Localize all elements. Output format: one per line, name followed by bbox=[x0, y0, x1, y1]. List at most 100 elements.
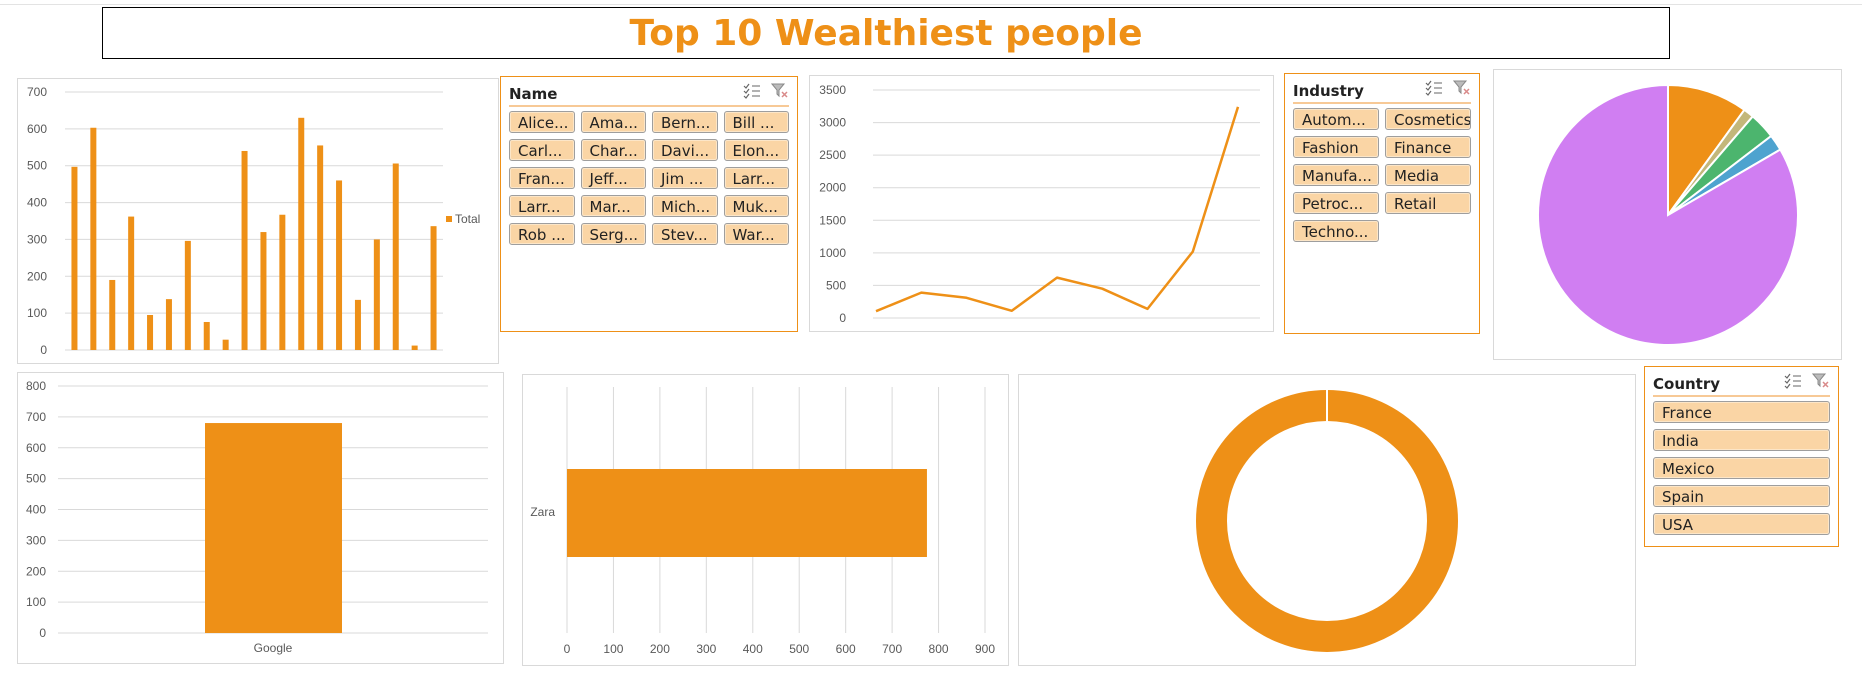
slicer-item[interactable]: Char... bbox=[580, 139, 646, 161]
slicer-item[interactable]: Stev... bbox=[652, 223, 718, 245]
clear-filter-icon[interactable] bbox=[1811, 373, 1830, 389]
multi-select-icon[interactable] bbox=[1425, 80, 1443, 96]
clear-filter-icon[interactable] bbox=[1452, 80, 1471, 96]
bar bbox=[71, 166, 78, 350]
doughnut-chart[interactable] bbox=[1018, 374, 1636, 666]
slicer-item[interactable]: Petroc... bbox=[1293, 192, 1379, 214]
slicer-title: Country bbox=[1653, 375, 1721, 393]
y-tick-label: 700 bbox=[27, 85, 47, 99]
x-tick-label: 300 bbox=[696, 642, 716, 656]
slicer-item[interactable]: Carl... bbox=[509, 139, 575, 161]
pie-chart[interactable] bbox=[1493, 69, 1842, 360]
slicer-item[interactable]: Rob ... bbox=[509, 223, 575, 245]
slicer-item[interactable]: Spain bbox=[1653, 485, 1830, 507]
line-chart[interactable]: 0 500 1000 1500 2000 2500 3000 3500 bbox=[809, 75, 1274, 332]
series-line bbox=[875, 106, 1240, 313]
bar bbox=[317, 145, 324, 350]
x-tick-label: 800 bbox=[929, 642, 949, 656]
slicer-item[interactable]: Ama... bbox=[580, 111, 646, 133]
bar bbox=[147, 314, 154, 350]
y-tick-label: 500 bbox=[26, 472, 46, 486]
slicer-title: Industry bbox=[1293, 82, 1364, 100]
bar bbox=[392, 163, 399, 350]
x-tick-label: 600 bbox=[836, 642, 856, 656]
y-tick-label: 200 bbox=[27, 269, 47, 283]
slicer-item[interactable]: Manufa... bbox=[1293, 164, 1379, 186]
y-tick-label: 2000 bbox=[819, 181, 846, 195]
x-tick-label: 900 bbox=[975, 642, 995, 656]
country-slicer[interactable]: Country France India Mexico Spain USA bbox=[1644, 366, 1839, 547]
y-category-label: Zara bbox=[530, 505, 555, 519]
slicer-item[interactable]: Finance bbox=[1385, 136, 1471, 158]
bar bbox=[373, 239, 380, 350]
y-tick-label: 600 bbox=[26, 441, 46, 455]
bar bbox=[241, 150, 248, 350]
slicer-item[interactable]: Fashion bbox=[1293, 136, 1379, 158]
y-tick-label: 0 bbox=[39, 626, 46, 640]
slicer-item[interactable]: Larr... bbox=[723, 167, 789, 189]
slicer-header: Industry bbox=[1293, 78, 1471, 104]
column-chart-google[interactable]: 0 100 200 300 400 500 600 700 800 Google bbox=[17, 372, 504, 664]
slicer-item[interactable]: Bern... bbox=[652, 111, 718, 133]
bar bbox=[203, 321, 210, 350]
slicer-item[interactable]: War... bbox=[723, 223, 789, 245]
bar bbox=[165, 299, 172, 350]
bar bbox=[279, 214, 286, 350]
y-tick-label: 0 bbox=[839, 311, 846, 325]
bar bbox=[260, 232, 267, 350]
slicer-header: Name bbox=[509, 81, 789, 107]
slicer-item[interactable]: India bbox=[1653, 429, 1830, 451]
y-tick-label: 100 bbox=[27, 306, 47, 320]
slicer-item[interactable]: Jim ... bbox=[652, 167, 718, 189]
column-chart-total[interactable]: 0 100 200 300 400 500 600 700 Total bbox=[17, 78, 499, 364]
multi-select-icon[interactable] bbox=[1784, 373, 1802, 389]
slicer-item[interactable]: Mexico bbox=[1653, 457, 1830, 479]
y-tick-label: 700 bbox=[26, 410, 46, 424]
slicer-item[interactable]: USA bbox=[1653, 513, 1830, 535]
doughnut-ring bbox=[1196, 390, 1458, 652]
slicer-item[interactable]: Cosmetics bbox=[1385, 108, 1471, 130]
slicer-item[interactable]: Alice... bbox=[509, 111, 575, 133]
slicer-item[interactable]: Retail bbox=[1385, 192, 1471, 214]
slicer-item[interactable]: France bbox=[1653, 401, 1830, 423]
bar bbox=[109, 279, 116, 350]
y-tick-label: 500 bbox=[27, 159, 47, 173]
bar bbox=[411, 345, 418, 350]
bar bbox=[354, 299, 361, 350]
y-tick-label: 1500 bbox=[819, 213, 846, 227]
slicer-item[interactable]: Techno... bbox=[1293, 220, 1379, 242]
clear-filter-icon[interactable] bbox=[770, 83, 789, 99]
slicer-item[interactable]: Fran... bbox=[509, 167, 575, 189]
slicer-header: Country bbox=[1653, 371, 1830, 397]
bar bbox=[205, 423, 342, 633]
slicer-item[interactable]: Autom... bbox=[1293, 108, 1379, 130]
y-tick-label: 800 bbox=[26, 379, 46, 393]
legend-label: Total bbox=[455, 212, 480, 226]
slicer-item[interactable]: Media bbox=[1385, 164, 1471, 186]
industry-slicer[interactable]: Industry Autom... Cosmetics Fashion Finance… bbox=[1284, 73, 1480, 334]
slicer-item[interactable]: Larr... bbox=[509, 195, 575, 217]
bar bbox=[90, 127, 97, 350]
slicer-item[interactable]: Mar... bbox=[580, 195, 646, 217]
x-tick-label: 100 bbox=[603, 642, 623, 656]
name-slicer[interactable]: Name Alice... Ama... Bern... Bill ... Carl..… bbox=[500, 76, 798, 332]
multi-select-icon[interactable] bbox=[743, 83, 761, 99]
y-tick-label: 600 bbox=[27, 122, 47, 136]
slicer-item[interactable]: Elon... bbox=[723, 139, 789, 161]
slicer-item[interactable]: Serg... bbox=[580, 223, 646, 245]
bar bbox=[222, 339, 229, 350]
x-tick-label: 200 bbox=[650, 642, 670, 656]
slicer-item[interactable]: Davi... bbox=[652, 139, 718, 161]
slicer-item[interactable]: Mich... bbox=[652, 195, 718, 217]
slicer-item[interactable]: Bill ... bbox=[723, 111, 789, 133]
x-tick-label: 400 bbox=[743, 642, 763, 656]
slicer-item[interactable]: Muk... bbox=[723, 195, 789, 217]
bar bbox=[184, 240, 191, 350]
slicer-title: Name bbox=[509, 85, 558, 103]
slicer-item[interactable]: Jeff... bbox=[580, 167, 646, 189]
y-tick-label: 0 bbox=[40, 343, 47, 357]
bar bbox=[128, 216, 135, 350]
x-tick-label: 500 bbox=[789, 642, 809, 656]
y-tick-label: 3000 bbox=[819, 116, 846, 130]
bar-chart-zara[interactable]: 0 100 200 300 400 500 600 700 800 900 Zara bbox=[522, 374, 1009, 666]
